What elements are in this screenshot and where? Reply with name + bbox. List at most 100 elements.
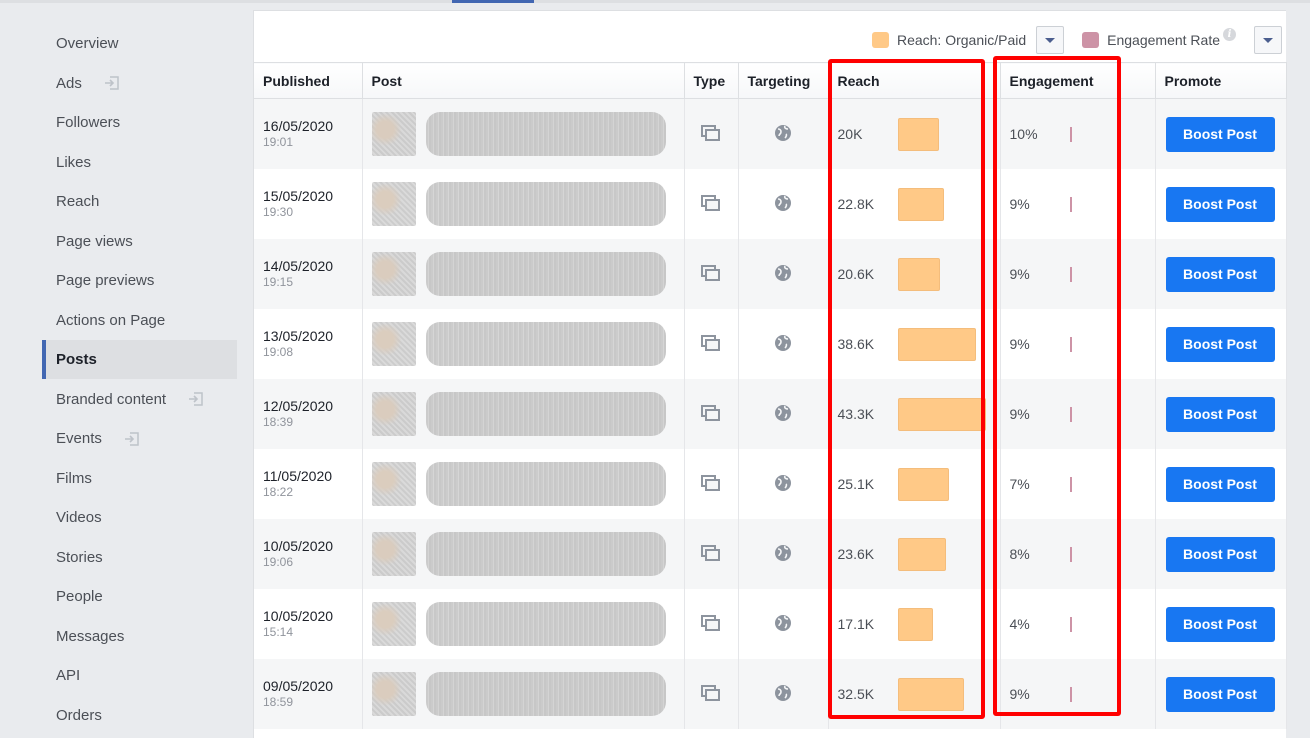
engagement-bar xyxy=(1069,266,1072,282)
engagement-legend-swatch xyxy=(1082,32,1100,48)
sidebar-item-actions-on-page[interactable]: Actions on Page xyxy=(42,301,237,340)
post-thumbnail[interactable] xyxy=(371,462,416,506)
post-cell[interactable] xyxy=(362,519,685,589)
sidebar-item-overview[interactable]: Overview xyxy=(42,24,237,63)
post-thumbnail[interactable] xyxy=(371,532,416,576)
post-text-redacted[interactable] xyxy=(425,112,666,156)
post-cell[interactable] xyxy=(362,589,685,659)
post-cell[interactable] xyxy=(362,309,685,379)
sidebar-item-reach[interactable]: Reach xyxy=(42,182,237,221)
reach-bar[interactable] xyxy=(897,397,986,431)
post-thumbnail[interactable] xyxy=(371,252,416,296)
table-row[interactable]: 12/05/2020 18:39 43.3K 9% Boost Post xyxy=(254,379,1287,449)
table-row[interactable]: 14/05/2020 19:15 20.6K 9% Boost Post xyxy=(254,239,1287,309)
reach-bar[interactable] xyxy=(897,327,976,361)
column-header-reach[interactable]: Reach xyxy=(828,62,1001,99)
table-row[interactable]: 13/05/2020 19:08 38.6K 9% Boost Post xyxy=(254,309,1287,379)
published-time: 18:22 xyxy=(263,485,294,499)
column-header-post[interactable]: Post xyxy=(362,62,685,99)
post-thumbnail[interactable] xyxy=(371,392,416,436)
sidebar-item-label: Overview xyxy=(56,35,119,52)
boost-post-button[interactable]: Boost Post xyxy=(1165,256,1275,292)
post-cell[interactable] xyxy=(362,379,685,449)
engagement-bar xyxy=(1069,336,1072,352)
boost-post-button[interactable]: Boost Post xyxy=(1165,606,1275,642)
boost-post-button[interactable]: Boost Post xyxy=(1165,326,1275,362)
boost-post-button[interactable]: Boost Post xyxy=(1165,676,1275,712)
post-text-redacted[interactable] xyxy=(425,252,666,296)
sidebar-item-page-previews[interactable]: Page previews xyxy=(42,261,237,300)
sidebar-item-films[interactable]: Films xyxy=(42,459,237,498)
sidebar-item-likes[interactable]: Likes xyxy=(42,143,237,182)
post-text-redacted[interactable] xyxy=(425,532,666,576)
sidebar-item-people[interactable]: People xyxy=(42,577,237,616)
table-row[interactable]: 11/05/2020 18:22 25.1K 7% Boost Post xyxy=(254,449,1287,519)
reach-bar[interactable] xyxy=(897,117,939,151)
table-row[interactable]: 15/05/2020 19:30 22.8K 9% Boost Post xyxy=(254,169,1287,239)
engagement-metric-dropdown[interactable] xyxy=(1254,26,1282,54)
reach-bar[interactable] xyxy=(897,467,949,501)
external-link-icon xyxy=(188,391,204,407)
table-row[interactable]: 16/05/2020 19:01 20K 10% Boost Post xyxy=(254,98,1287,169)
post-cell[interactable] xyxy=(362,239,685,309)
reach-bar[interactable] xyxy=(897,187,944,221)
post-thumbnail[interactable] xyxy=(371,322,416,366)
boost-post-button[interactable]: Boost Post xyxy=(1165,396,1275,432)
post-thumbnail[interactable] xyxy=(371,672,416,716)
post-cell[interactable] xyxy=(362,169,685,239)
post-text-redacted[interactable] xyxy=(425,322,666,366)
post-cell[interactable] xyxy=(362,449,685,519)
sidebar-item-api[interactable]: API xyxy=(42,656,237,695)
post-text-redacted[interactable] xyxy=(425,182,666,226)
post-text-redacted[interactable] xyxy=(425,462,666,506)
post-cell[interactable] xyxy=(362,98,685,169)
sidebar-item-page-views[interactable]: Page views xyxy=(42,222,237,261)
globe-icon xyxy=(774,614,792,635)
sidebar-item-ads[interactable]: Ads xyxy=(42,64,237,103)
sidebar-item-branded-content[interactable]: Branded content xyxy=(42,380,237,419)
reach-bar[interactable] xyxy=(897,537,946,571)
type-cell xyxy=(684,98,739,169)
column-header-type[interactable]: Type xyxy=(684,62,739,99)
engagement-cell: 9% xyxy=(1000,239,1156,309)
sidebar-item-events[interactable]: Events xyxy=(42,419,237,458)
targeting-cell xyxy=(738,239,829,309)
multi-photo-icon xyxy=(701,124,721,144)
targeting-cell xyxy=(738,98,829,169)
reach-bar[interactable] xyxy=(897,607,933,641)
table-row[interactable]: 10/05/2020 19:06 23.6K 8% Boost Post xyxy=(254,519,1287,589)
column-header-engagement[interactable]: Engagement xyxy=(1000,62,1156,99)
engagement-value: 7% xyxy=(1009,476,1030,492)
chart-legend: Reach: Organic/Paid Engagement Rate i xyxy=(871,23,1286,57)
post-text-redacted[interactable] xyxy=(425,602,666,646)
boost-post-button[interactable]: Boost Post xyxy=(1165,186,1275,222)
post-thumbnail[interactable] xyxy=(371,182,416,226)
boost-post-button[interactable]: Boost Post xyxy=(1165,116,1275,152)
column-header-published[interactable]: Published xyxy=(254,62,363,99)
published-time: 19:01 xyxy=(263,135,294,149)
sidebar-item-stories[interactable]: Stories xyxy=(42,538,237,577)
table-row[interactable]: 10/05/2020 15:14 17.1K 4% Boost Post xyxy=(254,589,1287,659)
reach-bar[interactable] xyxy=(897,257,940,291)
sidebar-item-orders[interactable]: Orders xyxy=(42,696,237,735)
sidebar-item-followers[interactable]: Followers xyxy=(42,103,237,142)
post-thumbnail[interactable] xyxy=(371,602,416,646)
sidebar-item-messages[interactable]: Messages xyxy=(42,617,237,656)
sidebar-item-label: Ads xyxy=(56,74,82,92)
sidebar-item-label: Stories xyxy=(56,548,103,566)
column-header-targeting[interactable]: Targeting xyxy=(738,62,829,99)
table-row[interactable]: 09/05/2020 18:59 32.5K 9% Boost Post xyxy=(254,659,1287,729)
multi-photo-icon xyxy=(701,264,721,284)
sidebar-item-posts[interactable]: Posts xyxy=(42,340,237,379)
boost-post-button[interactable]: Boost Post xyxy=(1165,536,1275,572)
post-cell[interactable] xyxy=(362,659,685,729)
boost-post-button[interactable]: Boost Post xyxy=(1165,466,1275,502)
info-icon[interactable]: i xyxy=(1223,27,1236,41)
reach-bar[interactable] xyxy=(897,677,964,711)
reach-metric-dropdown[interactable] xyxy=(1036,26,1065,54)
post-thumbnail[interactable] xyxy=(371,112,416,156)
post-text-redacted[interactable] xyxy=(425,672,666,716)
reach-cell: 17.1K xyxy=(828,589,1001,659)
post-text-redacted[interactable] xyxy=(425,392,666,436)
sidebar-item-videos[interactable]: Videos xyxy=(42,498,237,537)
